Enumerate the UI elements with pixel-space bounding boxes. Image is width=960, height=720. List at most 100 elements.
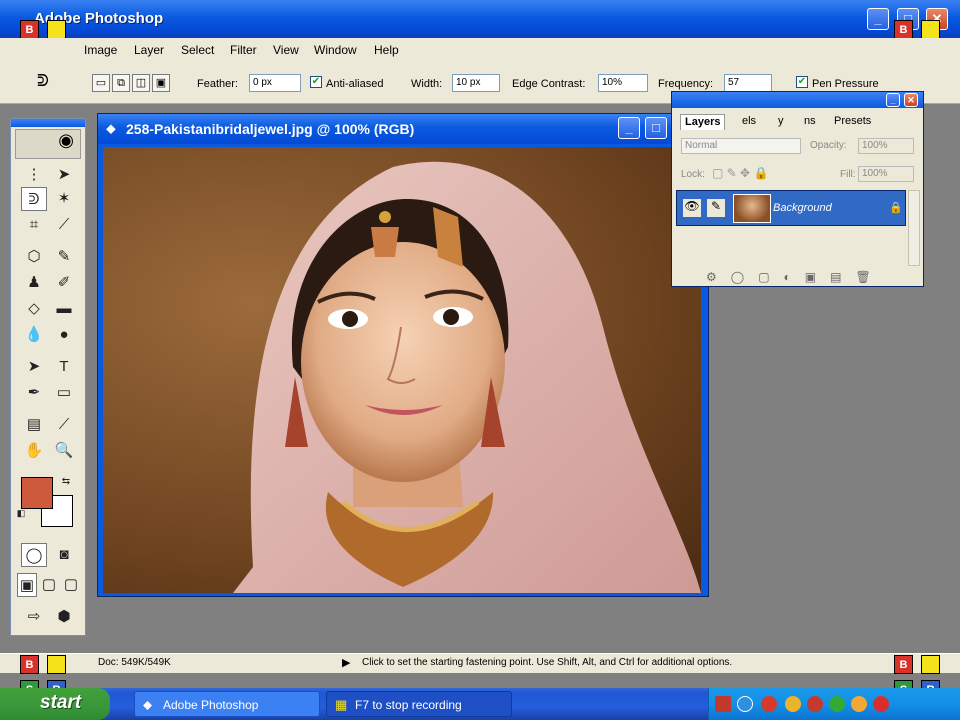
standard-screen-mode-icon[interactable]: ▣: [17, 573, 37, 597]
opacity-input[interactable]: 100%: [858, 138, 914, 154]
shape-tool-icon[interactable]: ▭: [51, 381, 77, 405]
intersect-selection-icon[interactable]: ▣: [152, 74, 170, 92]
frequency-label: Frequency:: [658, 78, 714, 90]
tray-icon-6[interactable]: [829, 696, 845, 712]
tray-icon-3[interactable]: [761, 696, 777, 712]
brush-tool-icon[interactable]: ✎: [51, 245, 77, 269]
layers-minimize-button[interactable]: _: [886, 93, 900, 107]
tray-icon-8[interactable]: [873, 696, 889, 712]
task-recorder[interactable]: ▦ F7 to stop recording: [326, 691, 512, 717]
task-recorder-label: F7 to stop recording: [355, 698, 462, 712]
document-canvas[interactable]: [103, 147, 701, 593]
menu-select[interactable]: Select: [181, 43, 214, 57]
fill-label: Fill:: [840, 169, 856, 180]
layers-scrollbar[interactable]: [908, 190, 920, 266]
foreground-color-swatch[interactable]: [21, 477, 53, 509]
notes-tool-icon[interactable]: ▤: [21, 413, 47, 437]
zoom-tool-icon[interactable]: 🔍: [51, 439, 77, 463]
tray-icon-1[interactable]: [715, 696, 731, 712]
slice-tool-icon[interactable]: ⟋: [51, 213, 77, 237]
anti-aliased-checkbox[interactable]: ✔: [310, 76, 322, 88]
healing-brush-tool-icon[interactable]: ⬡: [21, 245, 47, 269]
clone-stamp-tool-icon[interactable]: ♟: [21, 271, 47, 295]
title-bar: Adobe Photoshop _ □ ✕: [0, 0, 960, 38]
document-title-bar[interactable]: ⬥ 258-Pakistanibridaljewel.jpg @ 100% (R…: [98, 114, 708, 144]
lock-icons[interactable]: ▢ ✎ ✥ 🔒: [712, 166, 768, 180]
width-label: Width:: [411, 78, 443, 90]
recorder-yellow-badge-bottom-right: [921, 655, 940, 674]
eyedropper-tool-icon[interactable]: ⟋: [51, 413, 77, 437]
tray-icon-2[interactable]: [737, 696, 753, 712]
tab-actions[interactable]: ns: [800, 114, 820, 130]
doc-minimize-button[interactable]: _: [618, 117, 640, 139]
layers-close-button[interactable]: ✕: [904, 93, 918, 107]
feather-input[interactable]: 0 px: [249, 74, 301, 92]
dodge-tool-icon[interactable]: ●: [51, 323, 77, 347]
marquee-tool-icon[interactable]: ⋮: [21, 163, 47, 187]
magnetic-lasso-tool-icon[interactable]: ᕲ: [21, 187, 47, 211]
quick-mask-mode-icon[interactable]: ◙: [51, 543, 77, 567]
status-arrow-icon[interactable]: ▶: [342, 656, 350, 669]
photoshop-eye-logo-icon[interactable]: ◉: [15, 129, 81, 159]
visibility-eye-icon[interactable]: 👁: [683, 199, 701, 217]
layers-palette-header[interactable]: _ ✕: [672, 92, 923, 108]
menu-window[interactable]: Window: [314, 43, 357, 57]
task-photoshop[interactable]: ⬥ Adobe Photoshop: [134, 691, 320, 717]
minimize-button[interactable]: _: [867, 8, 889, 30]
magic-wand-tool-icon[interactable]: ✶: [51, 187, 77, 211]
pen-tool-icon[interactable]: ✒: [21, 381, 47, 405]
history-brush-tool-icon[interactable]: ✐: [51, 271, 77, 295]
pen-pressure-label: Pen Pressure: [812, 78, 879, 90]
type-tool-icon[interactable]: T: [51, 355, 77, 379]
feather-label: Feather:: [197, 78, 238, 90]
tab-history[interactable]: y: [774, 114, 788, 130]
menu-view[interactable]: View: [273, 43, 299, 57]
crop-tool-icon[interactable]: ⌗: [21, 213, 47, 237]
menu-filter[interactable]: Filter: [230, 43, 257, 57]
swap-colors-icon[interactable]: ⇆: [59, 475, 73, 489]
tray-icon-5[interactable]: [807, 696, 823, 712]
gradient-tool-icon[interactable]: ▬: [51, 297, 77, 321]
status-hint: Click to set the starting fastening poin…: [362, 657, 733, 668]
eraser-tool-icon[interactable]: ◇: [21, 297, 47, 321]
tikka-top: [379, 211, 391, 223]
tab-layers[interactable]: Layers: [680, 114, 726, 130]
recorder-yellow-badge: [47, 20, 66, 39]
blend-mode-select[interactable]: Normal: [681, 138, 801, 154]
brush-link-icon[interactable]: ✎: [707, 199, 725, 217]
edge-contrast-input[interactable]: 10%: [598, 74, 648, 92]
layers-bottom-icons[interactable]: ⚙◯▢◐▣▤🗑: [706, 270, 885, 284]
fill-input[interactable]: 100%: [858, 166, 914, 182]
menu-help[interactable]: Help: [374, 43, 399, 57]
full-screen-mode-icon[interactable]: ▢: [61, 573, 81, 597]
face: [301, 242, 505, 482]
menu-image[interactable]: Image: [84, 43, 117, 57]
tab-presets[interactable]: Presets: [830, 114, 875, 130]
new-selection-icon[interactable]: ▭: [92, 74, 110, 92]
move-tool-icon[interactable]: ➤: [51, 163, 77, 187]
pen-pressure-checkbox[interactable]: ✔: [796, 76, 808, 88]
add-selection-icon[interactable]: ⧉: [112, 74, 130, 92]
magnetic-lasso-preset-icon[interactable]: ᕲ: [34, 74, 52, 92]
jump-to-imageready-icon[interactable]: ⇨: [21, 605, 47, 629]
path-selection-tool-icon[interactable]: ➤: [21, 355, 47, 379]
width-input[interactable]: 10 px: [452, 74, 500, 92]
tab-channels[interactable]: els: [738, 114, 760, 130]
start-button[interactable]: start: [0, 688, 110, 720]
blur-tool-icon[interactable]: 💧: [21, 323, 47, 347]
menu-layer[interactable]: Layer: [134, 43, 164, 57]
frequency-input[interactable]: 57: [724, 74, 772, 92]
standard-mode-icon[interactable]: ◯: [21, 543, 47, 567]
layer-row-background[interactable]: 👁 ✎ Background 🔒: [676, 190, 906, 226]
layer-name: Background: [773, 202, 832, 214]
toolbox: ◉ ⋮ ➤ ᕲ ✶ ⌗ ⟋ ⬡ ✎ ♟ ✐ ◇ ▬ 💧 ● ➤ T ✒ ▭ ▤ …: [10, 118, 86, 636]
full-screen-menu-mode-icon[interactable]: ▢: [39, 573, 59, 597]
imageready-icon[interactable]: ⬢: [51, 605, 77, 629]
document-ps-icon: ⬥: [106, 120, 116, 136]
layer-thumbnail: [733, 194, 771, 223]
hand-tool-icon[interactable]: ✋: [21, 439, 47, 463]
subtract-selection-icon[interactable]: ◫: [132, 74, 150, 92]
tray-icon-4[interactable]: [785, 696, 801, 712]
doc-maximize-button[interactable]: □: [645, 117, 667, 139]
tray-icon-7[interactable]: [851, 696, 867, 712]
